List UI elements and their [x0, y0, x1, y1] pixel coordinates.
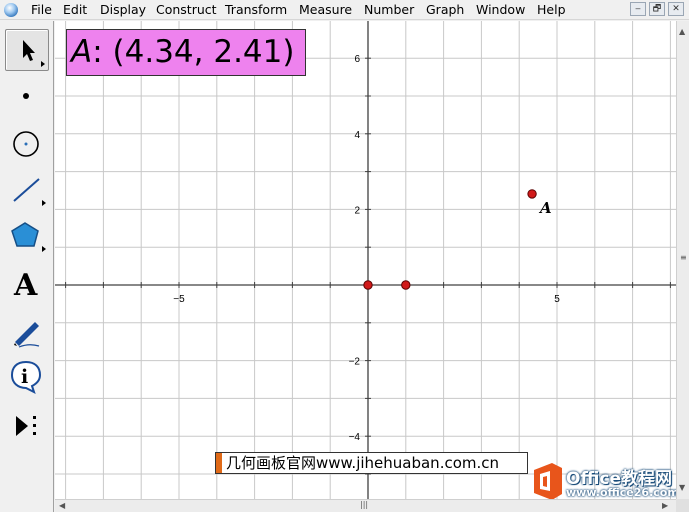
info-icon: i — [10, 360, 42, 394]
x-tick-label: −5 — [173, 294, 185, 305]
horizontal-scrollbar[interactable]: ◀ ||| ▶ — [55, 499, 676, 512]
coordinate-measurement[interactable]: A: (4.34, 2.41) — [66, 29, 306, 76]
marker-tool[interactable] — [5, 309, 49, 351]
scroll-grip-icon[interactable]: ≡ — [680, 253, 687, 262]
y-tick-label: 6 — [354, 54, 360, 65]
point-a[interactable] — [527, 189, 537, 199]
straightedge-tool[interactable] — [5, 167, 49, 209]
caption-text: 几何画板官网www.jihehuaban.com.cn — [226, 454, 500, 472]
menu-number[interactable]: Number — [364, 2, 414, 17]
caption-marker — [216, 453, 222, 473]
custom-tool-icon — [16, 416, 36, 436]
menu-construct[interactable]: Construct — [156, 2, 217, 17]
point-icon — [23, 93, 29, 99]
menu-display[interactable]: Display — [100, 2, 146, 17]
submenu-indicator-icon — [42, 200, 46, 206]
menu-graph[interactable]: Graph — [426, 2, 464, 17]
scroll-right-icon[interactable]: ▶ — [662, 501, 668, 510]
text-tool[interactable]: A — [5, 261, 49, 303]
marker-icon — [14, 322, 40, 348]
x-tick-label: 5 — [554, 294, 560, 305]
text-tool-glyph: A — [13, 268, 38, 303]
watermark: Office教程网 www.office26.com — [528, 458, 689, 504]
scroll-corner — [676, 499, 689, 512]
minimize-button[interactable]: ‒ — [630, 2, 646, 16]
scroll-grip-icon[interactable]: ||| — [360, 500, 368, 509]
menu-measure[interactable]: Measure — [299, 2, 352, 17]
text-icon: A — [13, 268, 38, 303]
coordinate-grid: −5 5 6 4 2 −2 −4 A — [55, 21, 676, 499]
menu-transform[interactable]: Transform — [225, 2, 287, 17]
menu-bar: File Edit Display Construct Transform Me… — [0, 0, 689, 20]
vertical-scrollbar[interactable]: ▲ ≡ ▼ — [676, 21, 689, 499]
scroll-up-icon[interactable]: ▲ — [679, 27, 685, 36]
measurement-value: : (4.34, 2.41) — [92, 34, 295, 70]
measurement-point-name: A — [71, 34, 93, 70]
point-a-label: A — [538, 199, 552, 217]
menu-window[interactable]: Window — [476, 2, 525, 17]
information-tool[interactable]: i — [5, 355, 49, 397]
close-button[interactable]: ✕ — [668, 2, 684, 16]
info-glyph: i — [21, 366, 28, 388]
compass-icon — [13, 131, 39, 157]
office-logo-icon — [534, 463, 562, 500]
submenu-indicator-icon — [42, 246, 46, 252]
menu-help[interactable]: Help — [537, 2, 566, 17]
toolbox: A i — [0, 21, 54, 512]
point-tool[interactable] — [5, 75, 49, 117]
website-caption[interactable]: 几何画板官网www.jihehuaban.com.cn — [215, 452, 528, 474]
point-unit-point[interactable] — [401, 280, 411, 290]
menu-file[interactable]: File — [31, 2, 52, 17]
scroll-down-icon[interactable]: ▼ — [679, 483, 685, 492]
app-icon[interactable] — [4, 3, 18, 17]
y-tick-label: −4 — [349, 432, 361, 443]
point-origin[interactable] — [363, 280, 373, 290]
restore-button[interactable]: 🗗 — [649, 2, 665, 16]
custom-tool[interactable] — [5, 405, 49, 447]
y-tick-label: 2 — [354, 205, 360, 216]
watermark-url: www.office26.com — [566, 486, 679, 499]
scroll-left-icon[interactable]: ◀ — [59, 501, 65, 510]
arrow-tool[interactable] — [5, 29, 49, 71]
menu-edit[interactable]: Edit — [63, 2, 87, 17]
compass-tool[interactable] — [5, 121, 49, 163]
y-tick-label: −2 — [349, 357, 361, 368]
submenu-indicator-icon — [41, 61, 45, 67]
y-tick-label: 4 — [354, 130, 360, 141]
sketch-canvas[interactable]: −5 5 6 4 2 −2 −4 A — [55, 21, 676, 499]
polygon-tool[interactable] — [5, 213, 49, 255]
